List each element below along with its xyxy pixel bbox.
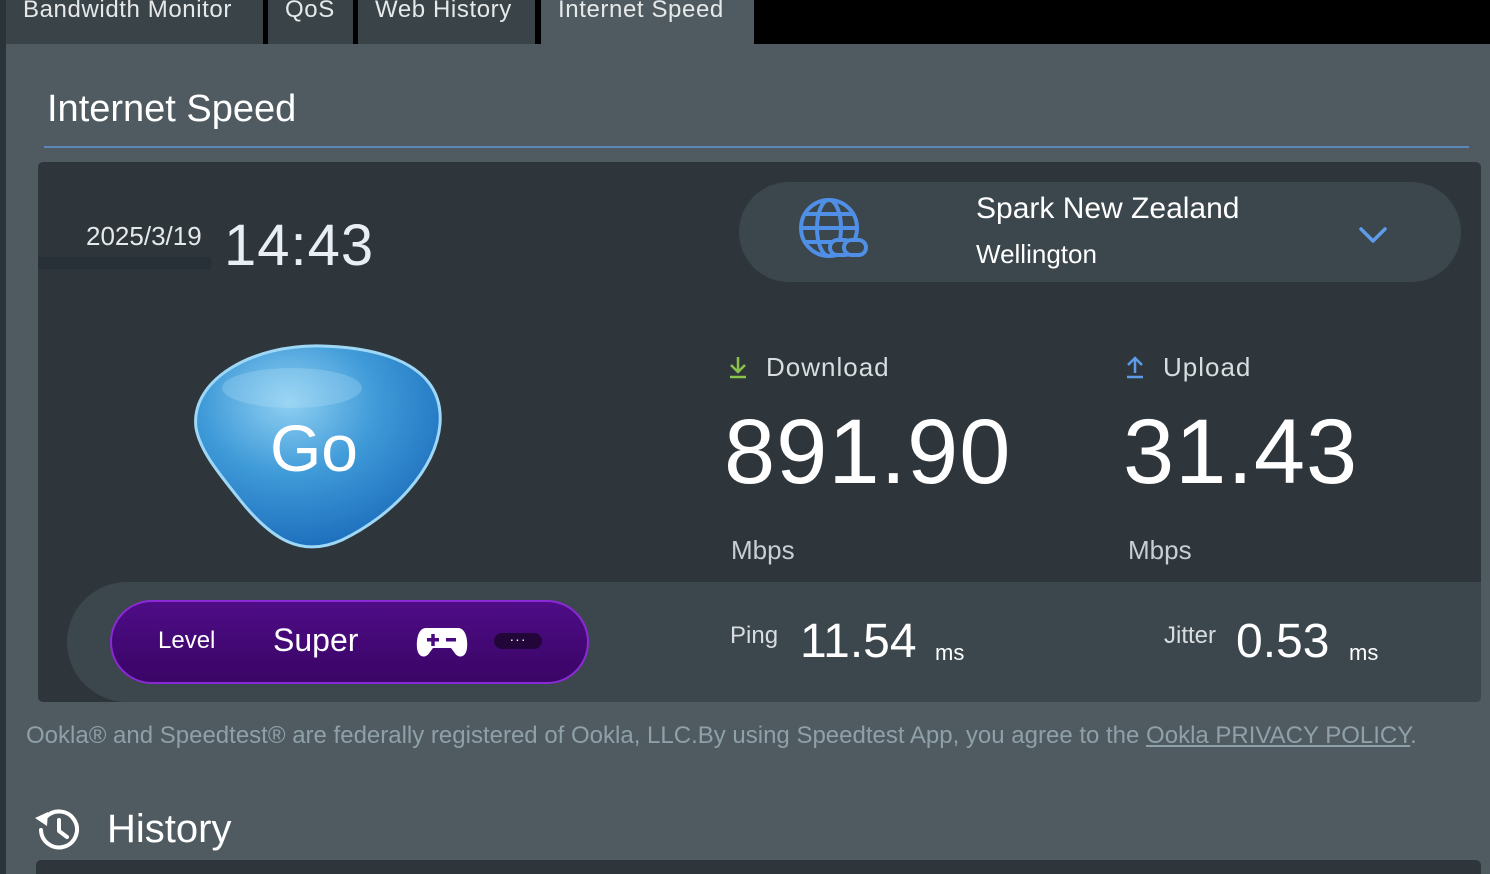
tab-internet-speed[interactable]: Internet Speed (541, 0, 754, 44)
ping-label: Ping (730, 622, 779, 649)
upload-value: 31.43 (1123, 401, 1359, 503)
globe-link-icon (799, 198, 868, 258)
title-divider (44, 146, 1469, 148)
jitter-unit: ms (1349, 640, 1379, 665)
download-label: Download (766, 352, 890, 382)
upload-arrow-icon (1127, 356, 1143, 379)
history-card (36, 860, 1481, 874)
history-title: History (107, 807, 232, 851)
test-date: 2025/3/19 (86, 221, 202, 251)
history-icon (35, 809, 79, 850)
left-edge (0, 0, 6, 874)
level-label: Level (158, 627, 216, 654)
disclaimer-text: Ookla® and Speedtest® are federally regi… (26, 722, 1147, 749)
ookla-disclaimer: Ookla® and Speedtest® are federally regi… (26, 722, 1417, 750)
privacy-policy-link[interactable]: Ookla PRIVACY POLICY (1146, 722, 1410, 749)
jitter-label: Jitter (1164, 622, 1217, 649)
upload-label: Upload (1163, 352, 1252, 382)
tab-web-history[interactable]: Web History (358, 0, 535, 44)
jitter-value: 0.53 (1236, 615, 1330, 668)
server-city: Wellington (976, 239, 1097, 269)
gamepad-icon (416, 628, 468, 657)
tab-qos[interactable]: QoS (268, 0, 353, 44)
download-arrow-icon (730, 357, 746, 379)
test-time: 14:43 (224, 213, 375, 278)
date-underline (38, 257, 211, 269)
level-value: Super (273, 622, 359, 658)
ping-value: 11.54 (800, 615, 917, 668)
tab-bandwidth-monitor[interactable]: Bandwidth Monitor (6, 0, 263, 44)
speedtest-page: Bandwidth Monitor QoS Web History Intern… (0, 0, 1490, 874)
upload-unit: Mbps (1128, 535, 1192, 565)
ping-unit: ms (935, 640, 965, 665)
chevron-down-icon[interactable] (1356, 222, 1390, 246)
disclaimer-suffix: . (1410, 722, 1417, 749)
go-button[interactable] (182, 340, 446, 554)
download-unit: Mbps (731, 535, 795, 565)
download-value: 891.90 (724, 401, 1012, 503)
more-label: ··· (509, 631, 527, 647)
server-name: Spark New Zealand (976, 192, 1240, 225)
more-options-button[interactable]: ··· (494, 631, 542, 649)
page-title: Internet Speed (47, 88, 297, 130)
